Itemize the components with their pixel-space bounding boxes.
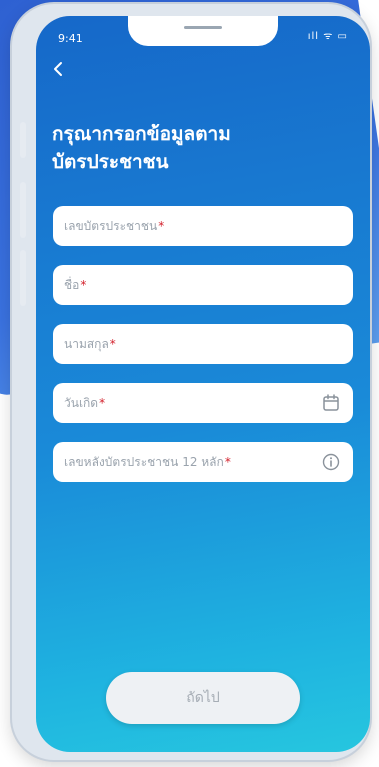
title-line-2: บัตรประชาชน bbox=[52, 151, 169, 173]
calendar-icon[interactable] bbox=[321, 393, 341, 413]
chevron-left-icon bbox=[54, 62, 62, 76]
info-icon[interactable] bbox=[321, 452, 341, 472]
page-title: กรุณากรอกข้อมูลตาม บัตรประชาชน bbox=[52, 120, 352, 176]
required-mark: * bbox=[224, 455, 231, 469]
birthdate-field[interactable]: วันเกิด * bbox=[53, 383, 353, 423]
speaker-bar bbox=[184, 26, 222, 29]
status-icons: ıll ᯤ ▭ bbox=[307, 31, 348, 42]
next-button[interactable]: ถัดไป bbox=[106, 672, 300, 724]
last-name-field[interactable]: นามสกุล * bbox=[53, 324, 353, 364]
back-button[interactable] bbox=[52, 60, 64, 80]
status-time: 9:41 bbox=[58, 32, 83, 45]
required-mark: * bbox=[109, 337, 116, 351]
side-button bbox=[20, 182, 26, 238]
laser-code-field[interactable]: เลขหลังบัตรประชาชน 12 หลัก * bbox=[53, 442, 353, 482]
id-number-placeholder: เลขบัตรประชาชน bbox=[64, 218, 158, 233]
app-screen: 9:41 ıll ᯤ ▭ กรุณากรอกข้อมูลตาม บัตรประช… bbox=[36, 16, 370, 752]
first-name-placeholder: ชื่อ bbox=[64, 277, 80, 292]
laser-code-placeholder: เลขหลังบัตรประชาชน 12 หลัก bbox=[64, 454, 224, 469]
required-mark: * bbox=[99, 396, 106, 410]
title-line-1: กรุณากรอกข้อมูลตาม bbox=[52, 123, 231, 145]
last-name-placeholder: นามสกุล bbox=[64, 336, 109, 351]
id-number-field[interactable]: เลขบัตรประชาชน * bbox=[53, 206, 353, 246]
first-name-field[interactable]: ชื่อ * bbox=[53, 265, 353, 305]
required-mark: * bbox=[80, 278, 87, 292]
side-button bbox=[20, 122, 26, 158]
notch bbox=[128, 16, 278, 46]
birthdate-placeholder: วันเกิด bbox=[64, 395, 99, 410]
side-button bbox=[20, 250, 26, 306]
required-mark: * bbox=[158, 219, 165, 233]
phone-frame: 9:41 ıll ᯤ ▭ กรุณากรอกข้อมูลตาม บัตรประช… bbox=[12, 4, 370, 760]
